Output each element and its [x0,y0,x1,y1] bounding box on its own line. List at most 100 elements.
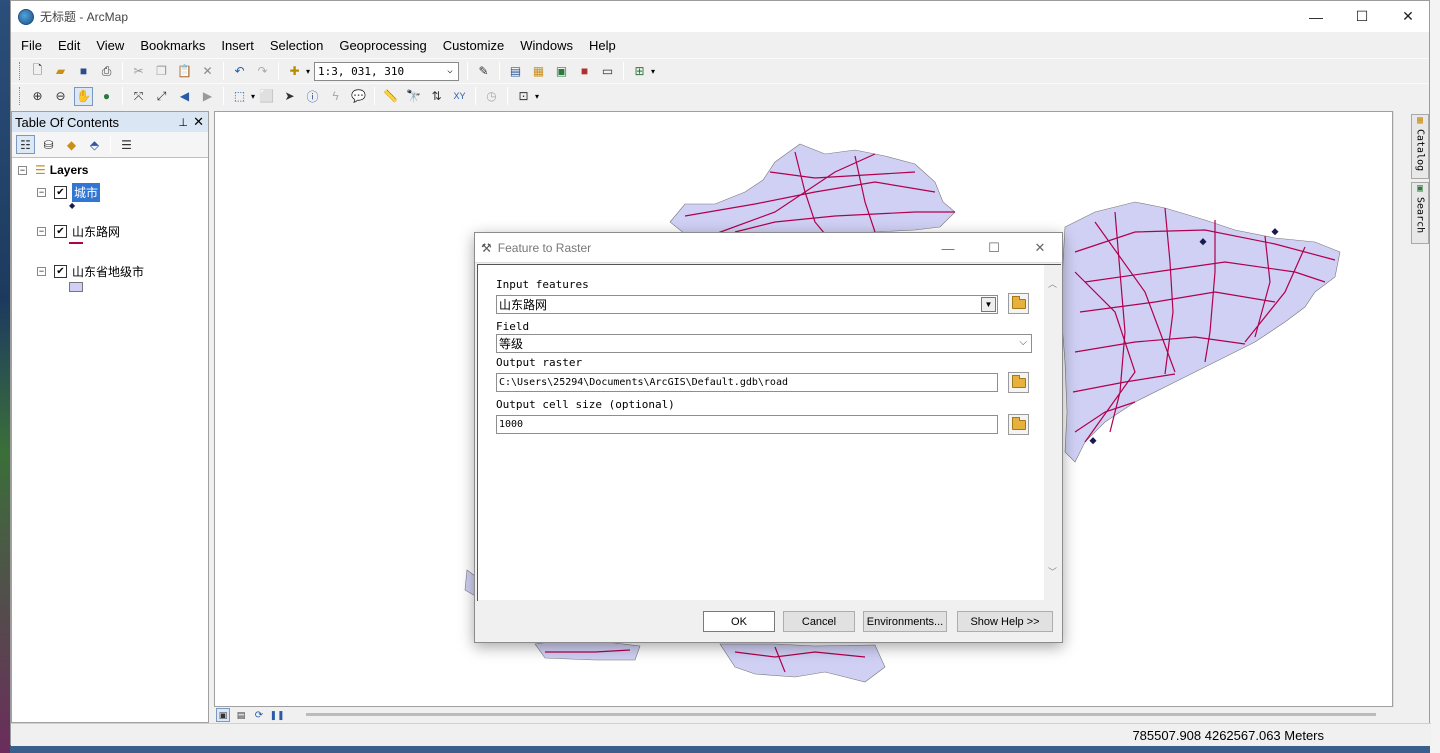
list-by-source-icon[interactable]: ⛁ [39,135,58,154]
hyperlink-icon[interactable]: ϟ [326,87,345,106]
toolbar-options-icon[interactable]: ▾ [535,92,539,101]
close-button[interactable]: ✕ [1385,1,1431,32]
dialog-close-button[interactable]: ✕ [1017,233,1063,263]
layer-row-cities[interactable]: − ✔ 城市 [37,183,101,202]
collapse-icon[interactable]: − [37,227,46,236]
output-raster-input[interactable]: C:\Users\25294\Documents\ArcGIS\Default.… [496,373,998,392]
maximize-button[interactable]: ☐ [1339,1,1385,32]
close-icon[interactable]: ✕ [193,114,204,130]
input-features-combobox[interactable]: 山东路网 ▼ [496,295,998,314]
layout-view-icon[interactable]: ▤ [234,708,248,722]
browse-input-button[interactable] [1008,293,1029,314]
field-select[interactable]: 等级 ⌵ [496,334,1032,353]
copy-icon[interactable]: ❐ [152,62,171,81]
map-vertical-scrollbar[interactable] [1393,111,1404,707]
toolbar-grip[interactable] [19,87,22,105]
table-of-contents-icon[interactable]: ▤ [506,62,525,81]
python-window-icon[interactable]: ▭ [598,62,617,81]
dialog-maximize-button[interactable]: ☐ [971,233,1017,263]
list-by-drawing-order-icon[interactable]: ☷ [16,135,35,154]
minimize-button[interactable]: — [1293,1,1339,32]
select-dropdown-icon[interactable]: ▾ [251,92,255,101]
go-to-xy-icon[interactable]: XY [450,87,469,106]
menu-windows[interactable]: Windows [520,38,573,53]
full-extent-icon[interactable]: ● [97,87,116,106]
map-scale-combobox[interactable]: 1:3, 031, 310 ⌵ [314,61,460,81]
catalog-window-icon[interactable]: ▦ [529,62,548,81]
clear-selection-icon[interactable]: ⬜ [257,87,276,106]
point-symbol-icon[interactable]: ◆ [69,201,75,210]
layer-name[interactable]: 山东路网 [72,223,120,240]
list-by-visibility-icon[interactable]: ◆ [62,135,81,154]
back-extent-icon[interactable]: ◀ [175,87,194,106]
select-elements-icon[interactable]: ➤ [280,87,299,106]
print-icon[interactable]: ⎙ [97,62,116,81]
open-icon[interactable]: ▰ [51,62,70,81]
redo-icon[interactable]: ↷ [253,62,272,81]
menu-bookmarks[interactable]: Bookmarks [140,38,205,53]
map-horizontal-scrollbar[interactable] [306,713,1376,716]
menu-file[interactable]: File [21,38,42,53]
pan-icon[interactable]: ✋ [74,86,93,106]
environments-button[interactable]: Environments... [863,611,947,632]
list-by-selection-icon[interactable]: ⬘ [85,135,104,154]
parameters-scrollbar[interactable]: ︿ ﹀ [1044,265,1061,600]
menu-edit[interactable]: Edit [58,38,80,53]
time-slider-icon[interactable]: ◷ [482,87,501,106]
find-icon[interactable]: 🔭 [404,87,423,106]
html-popup-icon[interactable]: 💬 [349,87,368,106]
identify-icon[interactable]: ⓘ [303,87,322,106]
menu-insert[interactable]: Insert [221,38,254,53]
layer-name[interactable]: 城市 [72,183,101,202]
chevron-down-icon[interactable]: ⌵ [442,63,458,80]
catalog-dock-tab[interactable]: ▦ Catalog [1411,114,1429,179]
add-data-icon[interactable]: ✚ [285,62,304,81]
add-data-dropdown-icon[interactable]: ▾ [306,67,310,76]
fixed-zoom-out-icon[interactable]: ⤢ [152,87,171,106]
save-icon[interactable]: ■ [74,62,93,81]
refresh-icon[interactable]: ⟳ [252,708,266,722]
search-dock-tab[interactable]: ▣ Search [1411,182,1429,244]
dropdown-arrow-icon[interactable]: ▼ [981,297,996,312]
layer-row-prefectures[interactable]: − ✔ 山东省地级市 [37,263,144,280]
layer-name[interactable]: 山东省地级市 [72,263,144,280]
arctoolbox-icon[interactable]: ■ [575,62,594,81]
search-window-icon[interactable]: ▣ [552,62,571,81]
delete-icon[interactable]: ✕ [198,62,217,81]
layer-visibility-checkbox[interactable]: ✔ [54,186,67,199]
layer-visibility-checkbox[interactable]: ✔ [54,225,67,238]
collapse-icon[interactable]: − [18,165,27,175]
show-help-button[interactable]: Show Help >> [957,611,1053,632]
toolbar-grip[interactable] [19,62,22,80]
layer-visibility-checkbox[interactable]: ✔ [54,265,67,278]
menu-customize[interactable]: Customize [443,38,504,53]
browse-output-button[interactable] [1008,372,1029,393]
pause-drawing-icon[interactable]: ❚❚ [269,708,284,722]
zoom-in-icon[interactable]: ⊕ [28,87,47,106]
paste-icon[interactable]: 📋 [175,62,194,81]
cancel-button[interactable]: Cancel [783,611,855,632]
scroll-up-icon[interactable]: ︿ [1048,277,1057,290]
forward-extent-icon[interactable]: ▶ [198,87,217,106]
collapse-icon[interactable]: − [37,267,46,276]
fixed-zoom-in-icon[interactable]: ⤧ [129,87,148,106]
model-builder-icon[interactable]: ⊞ [630,62,649,81]
options-icon[interactable]: ☰ [117,135,136,154]
pin-icon[interactable]: ⊥ [178,116,188,129]
dialog-minimize-button[interactable]: — [925,233,971,263]
select-features-icon[interactable]: ⬚ [230,87,249,106]
measure-icon[interactable]: 📏 [381,87,400,106]
zoom-out-icon[interactable]: ⊖ [51,87,70,106]
undo-icon[interactable]: ↶ [230,62,249,81]
layers-root[interactable]: − ☰ Layers [18,163,88,177]
browse-cell-size-button[interactable] [1008,414,1029,435]
find-route-icon[interactable]: ⇅ [427,87,446,106]
menu-selection[interactable]: Selection [270,38,323,53]
cell-size-input[interactable]: 1000 [496,415,998,434]
menu-help[interactable]: Help [589,38,616,53]
line-symbol-icon[interactable] [69,242,83,244]
collapse-icon[interactable]: − [37,188,46,197]
ok-button[interactable]: OK [703,611,775,632]
toolbar-options-icon[interactable]: ▾ [651,67,655,76]
scroll-down-icon[interactable]: ﹀ [1048,565,1057,578]
